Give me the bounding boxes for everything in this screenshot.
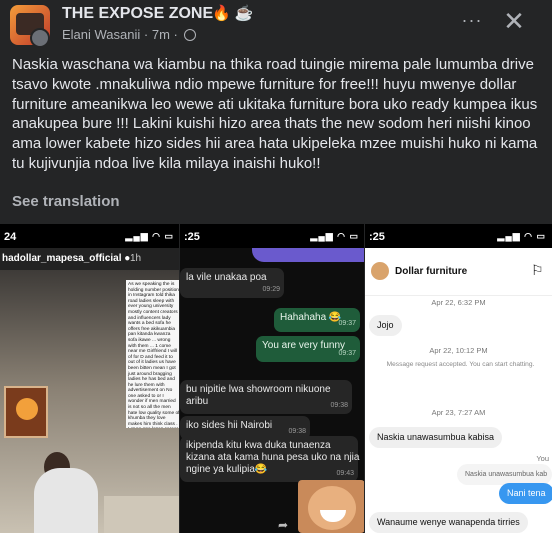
close-icon[interactable]: ✕ (500, 8, 528, 36)
image-panel-2[interactable]: :25 ▂▄▆ ◠ ▭ la vile unakaa poa 09:29 Hah… (180, 224, 365, 533)
timestamp: Apr 23, 7:27 AM (431, 408, 486, 417)
chat-bubble: ikipenda kitu kwa duka tunaenza kizana a… (180, 436, 359, 482)
timestamp: Apr 22, 10:12 PM (429, 346, 488, 355)
ellipsis-icon[interactable]: ··· (460, 10, 484, 34)
dm-bubble: Naskia unawasumbua kabisa (369, 427, 503, 448)
status-bar: 24 ▂▄▆ ◠ ▭ (0, 224, 180, 248)
chat-bubble: You are very funny 09:37 (256, 336, 360, 362)
status-bar: :25 ▂▄▆ ◠ ▭ (180, 224, 365, 248)
contact-avatar (371, 262, 389, 280)
post-header: THE EXPOSE ZONE 🔥 ☕ Elani Wasanii · 7m ·… (0, 0, 552, 48)
story-header: hadollar_mapesa_official ● 1h (0, 248, 180, 270)
globe-icon (183, 29, 196, 41)
overlay-screenshot-text: As we speaking the is holding number pos… (126, 280, 180, 428)
chat-bubble: bu nipitie lwa showroom nikuone aribu 09… (180, 380, 352, 414)
contact-name: Dollar furniture (395, 266, 468, 277)
flag-icon: ⚐ (531, 262, 544, 278)
group-emojis: 🔥 ☕ (212, 5, 254, 22)
dm-bubble: Jojo (369, 315, 402, 336)
post-images[interactable]: 24 ▂▄▆ ◠ ▭ hadollar_mapesa_official ● 1h… (0, 224, 552, 533)
status-time: 24 (4, 231, 17, 243)
image-panel-3[interactable]: :25 ▂▄▆ ◠ ▭ Dollar furniture ⚐ Apr 22, 6… (365, 224, 552, 533)
status-bar: :25 ▂▄▆ ◠ ▭ (365, 224, 552, 248)
story-username: hadollar_mapesa_official ● (2, 253, 131, 264)
author-name[interactable]: Elani Wasanii (62, 27, 140, 42)
person (34, 468, 98, 533)
sofa (104, 496, 180, 533)
signal-wifi-battery-icon: ▂▄▆ ◠ ▭ (310, 231, 359, 241)
wall-art (4, 386, 48, 438)
dm-bubble: Nani tena (499, 483, 552, 504)
group-name[interactable]: THE EXPOSE ZONE (62, 5, 213, 23)
whatsapp-chat: la vile unakaa poa 09:29 Hahahaha 😂 09:3… (180, 248, 365, 533)
chat-bubble: la vile unakaa poa 09:29 (180, 268, 284, 298)
reply-preview: Naskia unawasumbua kab (457, 464, 552, 485)
chat-bubble: Hahahaha 😂 09:37 (274, 308, 360, 332)
see-translation-link[interactable]: See translation (12, 193, 120, 210)
reply-label: You (536, 454, 549, 463)
dm-bubble: Wanaume wenye wanapenda tirries (369, 512, 528, 533)
status-time: :25 (184, 231, 200, 243)
post-text: Naskia waschana wa kiambu na thika road … (12, 56, 538, 172)
timestamp: Apr 22, 6:32 PM (431, 298, 486, 307)
laughing-sticker (298, 480, 365, 533)
story-time: 1h (130, 253, 142, 264)
signal-wifi-battery-icon: ▂▄▆ ◠ ▭ (497, 231, 546, 241)
author-avatar[interactable] (30, 28, 50, 48)
post-meta: Elani Wasanii · 7m · (62, 27, 196, 42)
signal-wifi-battery-icon: ▂▄▆ ◠ ▭ (125, 231, 174, 241)
request-accepted-note: Message request accepted. You can start … (386, 361, 535, 368)
image-panel-1[interactable]: 24 ▂▄▆ ◠ ▭ hadollar_mapesa_official ● 1h… (0, 224, 180, 533)
status-time: :25 (369, 231, 385, 243)
post-time[interactable]: 7m (152, 27, 170, 42)
dm-header: Dollar furniture ⚐ (365, 248, 552, 296)
forward-arrow-icon[interactable]: ➦ (278, 518, 288, 532)
